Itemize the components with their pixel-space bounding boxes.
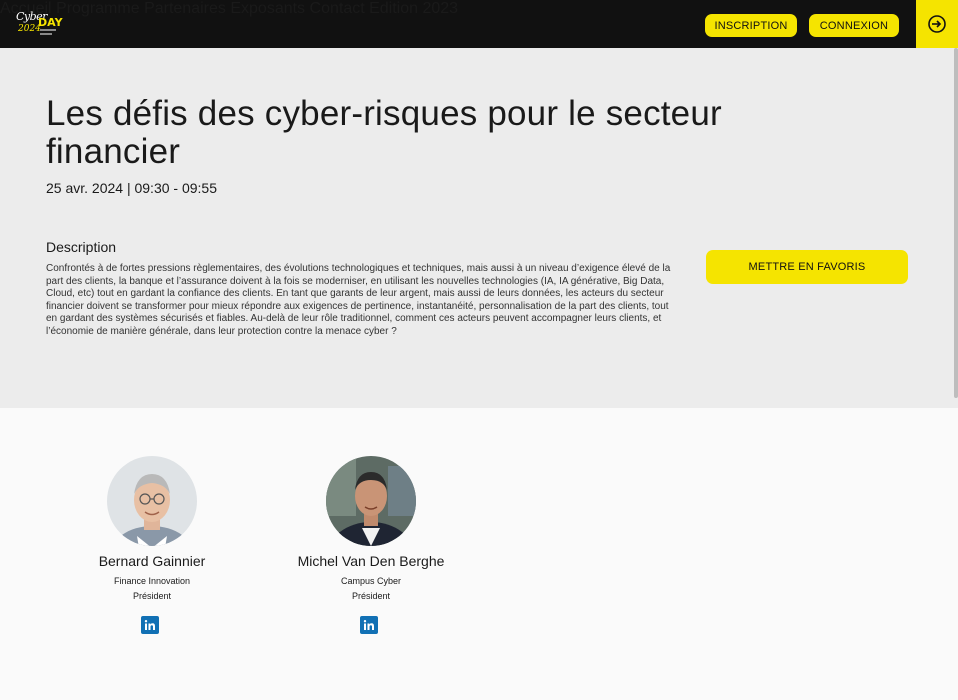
sign-in-icon (928, 15, 946, 33)
speaker-photo (107, 456, 197, 546)
top-navigation-bar: Cyber DAY 2024 Accueil Programme Partena… (0, 0, 958, 48)
speaker-organization: Finance Innovation (113, 576, 191, 586)
speaker-name: Bernard Gainnier (98, 553, 206, 569)
speaker-photo (326, 456, 416, 546)
logo-detail (40, 33, 52, 35)
session-title: Les défis des cyber-risques pour le sect… (46, 94, 722, 171)
nav-partenaires[interactable]: Partenaires (144, 0, 226, 17)
nav-contact[interactable]: Contact (310, 0, 365, 17)
speaker-organization: Campus Cyber (340, 576, 402, 586)
speaker-avatar[interactable] (107, 456, 197, 546)
logo-detail (40, 29, 56, 31)
speaker-role: Président (351, 591, 391, 601)
logo-day-text: DAY (38, 16, 63, 29)
logo-year-text: 2024 (18, 24, 41, 34)
session-datetime: 25 avr. 2024 | 09:30 - 09:55 (46, 180, 217, 196)
nav-programme[interactable]: Programme (56, 0, 140, 17)
speaker-role: Président (132, 591, 172, 601)
inscription-button[interactable]: INSCRIPTION (705, 14, 797, 37)
scrollbar[interactable] (954, 48, 958, 398)
speaker-avatar[interactable] (326, 456, 416, 546)
speaker-name: Michel Van Den Berghe (297, 553, 445, 569)
description-text: Confrontés à de fortes pressions règleme… (46, 263, 671, 337)
connexion-button[interactable]: CONNEXION (809, 14, 899, 37)
cyberday-logo[interactable]: Cyber DAY 2024 (14, 10, 66, 38)
sign-in-button[interactable] (916, 0, 958, 48)
nav-edition-2023[interactable]: Edition 2023 (369, 0, 458, 17)
description-heading: Description (46, 239, 117, 255)
linkedin-icon (144, 620, 155, 630)
linkedin-icon (363, 620, 374, 630)
linkedin-link[interactable] (141, 616, 159, 634)
nav-exposants[interactable]: Exposants (230, 0, 305, 17)
linkedin-link[interactable] (360, 616, 378, 634)
add-to-favorites-button[interactable]: METTRE EN FAVORIS (706, 250, 908, 284)
